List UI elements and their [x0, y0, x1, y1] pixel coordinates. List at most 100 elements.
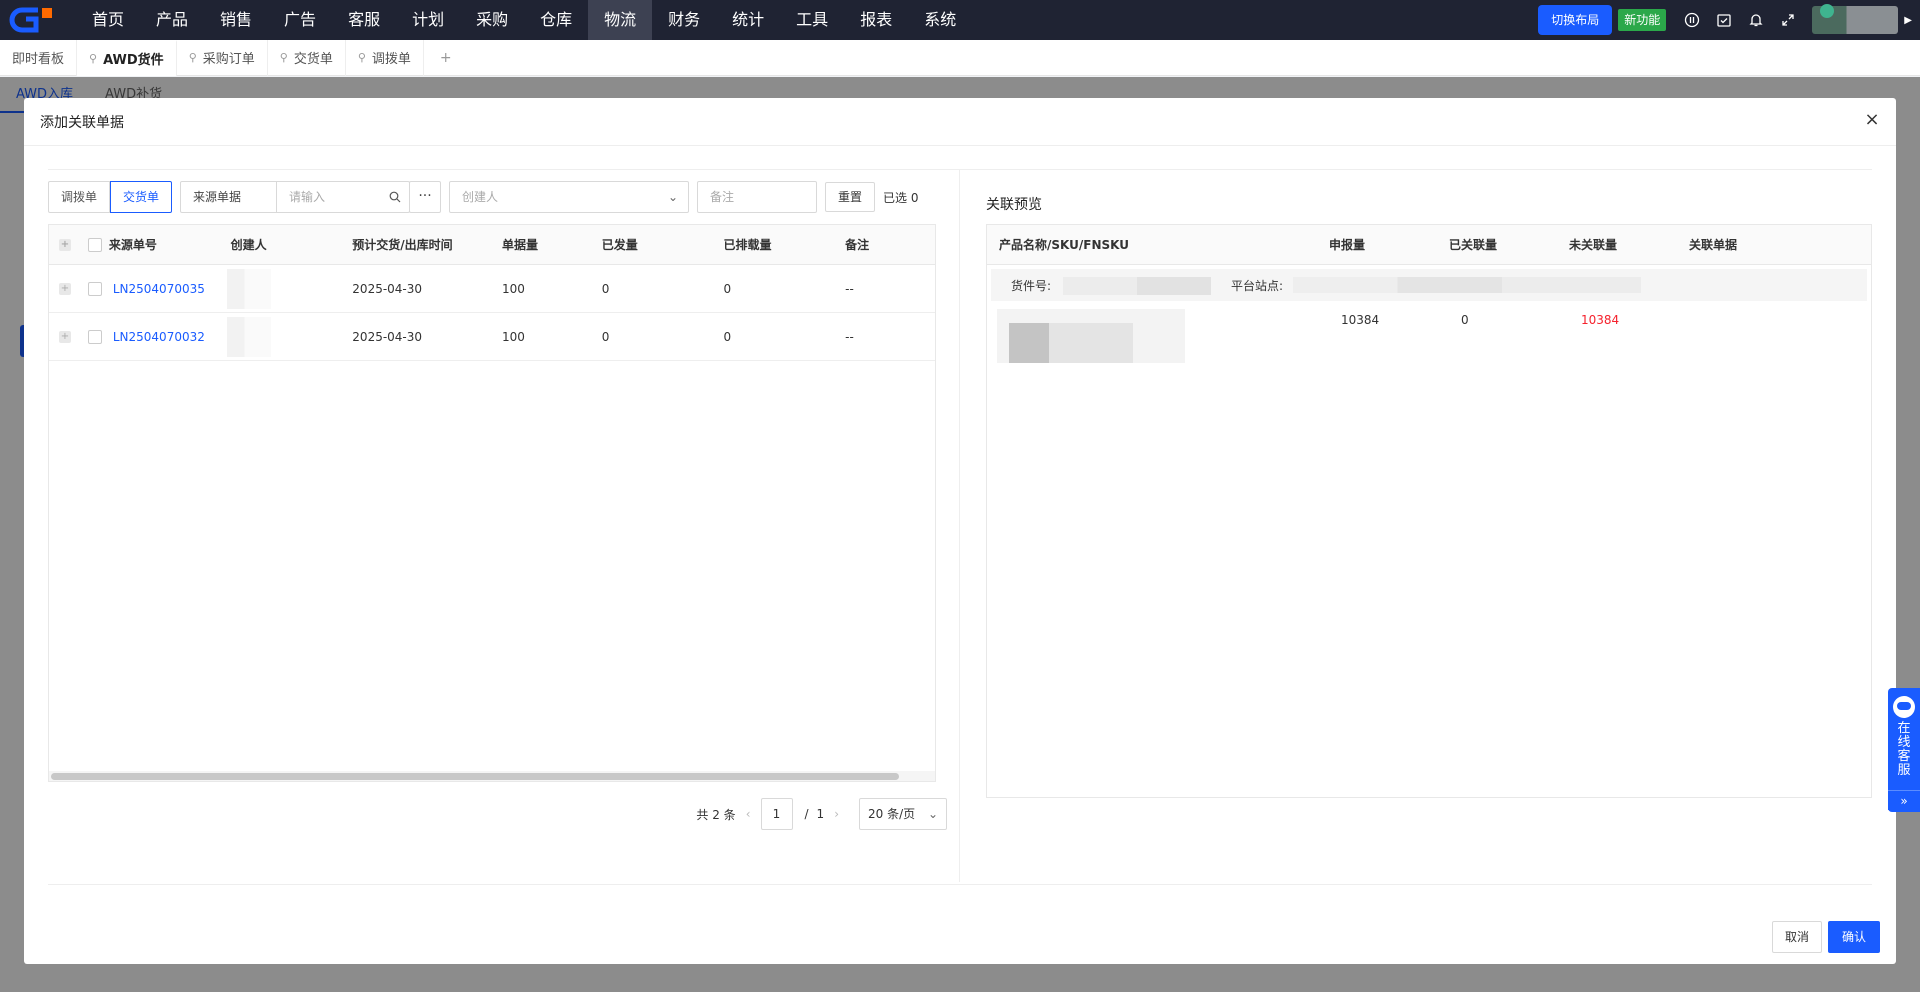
- tab-3[interactable]: ⚲ 交货单: [268, 39, 346, 76]
- search-icon[interactable]: [389, 191, 401, 203]
- caret-right-icon[interactable]: ▶: [1904, 15, 1912, 26]
- page-size-select[interactable]: 20 条/页 ⌄: [859, 798, 947, 830]
- selected-count: 已选 0: [883, 190, 919, 205]
- cell-scheduled: 0: [723, 329, 732, 344]
- creator-redacted: [226, 268, 271, 309]
- creator-select[interactable]: 创建人 ⌄: [449, 181, 690, 213]
- fullscreen-icon[interactable]: [1772, 0, 1804, 40]
- cell-qty: 100: [501, 281, 525, 296]
- remark-input[interactable]: 备注: [697, 181, 818, 213]
- next-page-icon[interactable]: ›: [834, 807, 839, 821]
- tab-2[interactable]: ⚲ 采购订单: [177, 39, 268, 76]
- row-checkbox[interactable]: [87, 329, 102, 344]
- nav-item-10[interactable]: 统计: [716, 0, 780, 40]
- nav-item-8[interactable]: 物流: [588, 0, 653, 40]
- row-checkbox[interactable]: [87, 281, 102, 296]
- nav-item-13[interactable]: 系统: [908, 0, 972, 40]
- nav-item-6[interactable]: 采购: [460, 0, 524, 40]
- nav-item-9[interactable]: 财务: [652, 0, 716, 40]
- table-row[interactable]: + LN2504070032 2025-04-30 100 0 0 --: [49, 313, 935, 361]
- calendar-check-icon[interactable]: [1708, 0, 1740, 40]
- source-select[interactable]: 来源单据: [181, 182, 278, 212]
- new-feature-badge[interactable]: 新功能: [1618, 9, 1667, 31]
- cancel-button[interactable]: 取消: [1771, 921, 1822, 953]
- pagination: 共 2 条 ‹ 1 / 1 › 20 条/页 ⌄: [696, 798, 947, 830]
- prev-page-icon[interactable]: ‹: [746, 807, 751, 821]
- source-docs-pane: 调拨单 交货单 来源单据 请输入 ··· 创建人 ⌄ 备注 重置 已选 0 +: [48, 170, 960, 882]
- col-time: 预计交货/出库时间: [352, 238, 453, 252]
- info-icon[interactable]: [1676, 0, 1708, 40]
- col-related: 已关联量: [1449, 238, 1498, 252]
- creator-redacted: [226, 316, 271, 357]
- logo[interactable]: [0, 0, 62, 40]
- tab-label: 即时看板: [12, 52, 65, 67]
- chat-icon: [1893, 696, 1915, 718]
- tab-4[interactable]: ⚲ 调拨单: [346, 39, 424, 76]
- source-input-placeholder: 请输入: [289, 190, 326, 204]
- type-transfer-button[interactable]: 调拨单: [48, 181, 111, 213]
- reset-button[interactable]: 重置: [825, 182, 876, 212]
- preview-header: 产品名称/SKU/FNSKU 申报量 已关联量 未关联量 关联单据: [987, 225, 1871, 265]
- col-scheduled: 已排载量: [723, 238, 772, 252]
- close-icon[interactable]: ×: [1862, 110, 1882, 130]
- table-row[interactable]: + LN2504070035 2025-04-30 100 0 0 --: [49, 265, 935, 313]
- expand-service-icon[interactable]: »: [1888, 790, 1920, 810]
- tab-0[interactable]: 即时看板: [0, 39, 78, 76]
- cell-sent: 0: [601, 329, 610, 344]
- nav-item-0[interactable]: 首页: [76, 0, 140, 40]
- source-docs-table: + 来源单号 创建人 预计交货/出库时间 单据量 已发量 已排载量 备注 + L…: [48, 224, 936, 782]
- tab-1[interactable]: ⚲ AWD货件: [77, 39, 177, 76]
- site-label: 平台站点:: [1231, 278, 1284, 293]
- source-input[interactable]: 请输入: [277, 182, 409, 212]
- table-header: + 来源单号 创建人 预计交货/出库时间 单据量 已发量 已排载量 备注: [49, 225, 935, 265]
- bell-icon[interactable]: [1740, 0, 1772, 40]
- tab-label: 交货单: [293, 52, 333, 67]
- pin-icon[interactable]: ⚲: [280, 51, 288, 64]
- expand-row-icon[interactable]: +: [58, 282, 71, 295]
- top-nav: 首页 产品 销售 广告 客服 计划 采购 仓库 物流 财务 统计 工具 报表 系统 切换布局 新功能 ▶: [0, 0, 1920, 40]
- shipment-group-row: 货件号: 平台站点:: [991, 269, 1867, 301]
- cell-sent: 0: [601, 281, 610, 296]
- horizontal-scrollbar[interactable]: [49, 771, 935, 781]
- col-source-no: 来源单号: [108, 238, 157, 252]
- page-input[interactable]: 1: [760, 798, 793, 830]
- nav-item-5[interactable]: 计划: [396, 0, 460, 40]
- nav-item-3[interactable]: 广告: [268, 0, 332, 40]
- add-tab-button[interactable]: +: [424, 50, 468, 66]
- logo-icon: [9, 7, 52, 33]
- more-button[interactable]: ···: [409, 181, 442, 213]
- col-declared: 申报量: [1329, 238, 1366, 252]
- cell-declared: 10384: [1341, 313, 1380, 327]
- preview-pane: 关联预览 产品名称/SKU/FNSKU 申报量 已关联量 未关联量 关联单据 货…: [984, 170, 1872, 882]
- pin-icon[interactable]: ⚲: [189, 51, 197, 64]
- nav-item-11[interactable]: 工具: [780, 0, 844, 40]
- nav-item-2[interactable]: 销售: [204, 0, 268, 40]
- nav-item-4[interactable]: 客服: [332, 0, 396, 40]
- doc-type-switch: 调拨单 交货单: [48, 181, 173, 213]
- nav-item-7[interactable]: 仓库: [524, 0, 588, 40]
- nav-right: 切换布局 新功能 ▶: [1538, 0, 1920, 40]
- tab-label: 调拨单: [371, 52, 411, 67]
- source-no-link[interactable]: LN2504070035: [109, 282, 205, 296]
- scrollbar-thumb[interactable]: [51, 773, 899, 780]
- add-related-docs-modal: 添加关联单据 × 调拨单 交货单 来源单据 请输入 ··· 创建人 ⌄ 备注 重…: [24, 98, 1896, 964]
- product-image-redacted: [997, 309, 1185, 363]
- avatar[interactable]: [1812, 4, 1899, 34]
- pin-icon[interactable]: ⚲: [358, 51, 366, 64]
- expand-row-icon[interactable]: +: [58, 330, 71, 343]
- switch-layout-button[interactable]: 切换布局: [1538, 5, 1613, 35]
- source-search: 来源单据 请输入: [180, 181, 411, 213]
- preview-title: 关联预览: [986, 197, 1042, 213]
- page-separator: /: [804, 807, 809, 821]
- tab-bar: 即时看板 ⚲ AWD货件 ⚲ 采购订单 ⚲ 交货单 ⚲ 调拨单 +: [0, 39, 1920, 76]
- source-no-link[interactable]: LN2504070032: [109, 330, 205, 344]
- nav-item-1[interactable]: 产品: [140, 0, 204, 40]
- confirm-button[interactable]: 确认: [1827, 921, 1880, 953]
- footer-divider: [48, 884, 1872, 885]
- type-delivery-button[interactable]: 交货单: [110, 181, 173, 213]
- select-all-checkbox[interactable]: [87, 237, 102, 252]
- expand-all-icon[interactable]: +: [58, 238, 71, 251]
- chevron-down-icon: ⌄: [667, 190, 679, 204]
- pin-icon[interactable]: ⚲: [89, 52, 97, 65]
- nav-item-12[interactable]: 报表: [844, 0, 908, 40]
